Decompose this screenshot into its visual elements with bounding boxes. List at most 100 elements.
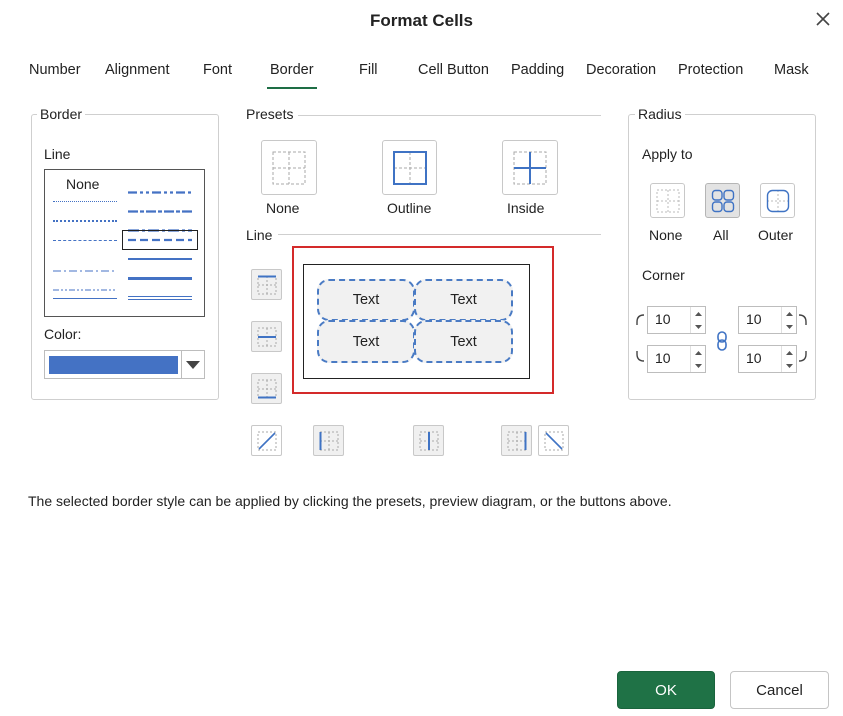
line-style-slanted-dash-dot[interactable]: [128, 200, 192, 213]
border-left-button[interactable]: [313, 425, 344, 456]
preview-cell[interactable]: Text: [317, 279, 415, 321]
line-style-medium-dash-dot[interactable]: [128, 219, 192, 232]
border-top-icon: [257, 275, 276, 294]
line-style-medium-dash[interactable]: [122, 230, 198, 250]
hint-text: The selected border style can be applied…: [28, 493, 672, 509]
up-arrow-icon: [695, 350, 702, 355]
radius-all-icon: [711, 189, 734, 212]
close-button[interactable]: [812, 8, 834, 30]
dialog-title: Format Cells: [370, 11, 473, 30]
border-right-button[interactable]: [501, 425, 532, 456]
radius-outer-icon: [766, 189, 789, 212]
border-left-icon: [319, 431, 338, 450]
corner-top-right-icon: [798, 314, 807, 325]
border-diagonal-up-button[interactable]: [251, 425, 282, 456]
border-inside-vertical-button[interactable]: [413, 425, 444, 456]
up-arrow-icon: [695, 311, 702, 316]
line-style-medium[interactable]: [128, 258, 192, 260]
corner-bottom-left-icon: [636, 351, 645, 362]
preview-cell[interactable]: Text: [414, 279, 513, 321]
apply-all-label: All: [713, 227, 729, 243]
apply-outer-button[interactable]: [760, 183, 795, 218]
line-style-label: Line: [44, 146, 71, 162]
line-style-dash-dot-dot[interactable]: [53, 278, 117, 291]
border-outline-icon: [392, 150, 427, 185]
tab-border[interactable]: Border: [267, 62, 317, 89]
ok-button[interactable]: OK: [617, 671, 715, 709]
line-style-hair[interactable]: [53, 201, 117, 202]
preset-inside-button[interactable]: [502, 140, 558, 195]
corner-bottom-left-value[interactable]: 10: [655, 350, 671, 366]
color-picker[interactable]: [44, 350, 205, 379]
line-style-thin[interactable]: [53, 298, 117, 299]
line-style-list[interactable]: None: [44, 169, 205, 317]
tab-padding[interactable]: Padding: [511, 62, 564, 78]
border-right-icon: [507, 431, 526, 450]
border-inside-horizontal-button[interactable]: [251, 321, 282, 352]
spin-up-button[interactable]: [691, 346, 706, 359]
cancel-button[interactable]: Cancel: [730, 671, 829, 709]
corner-top-right-spinner[interactable]: 10: [738, 306, 797, 334]
line-style-dotted[interactable]: [53, 220, 117, 222]
apply-none-button[interactable]: [650, 183, 685, 218]
preview-cell[interactable]: Text: [317, 320, 415, 363]
corner-bottom-left-spinner[interactable]: 10: [647, 345, 706, 373]
tab-bar: Number Alignment Font Border Fill Cell B…: [18, 62, 828, 92]
preset-inside-label: Inside: [507, 200, 545, 216]
preview-cell[interactable]: Text: [414, 320, 513, 363]
line-style-thin-dash[interactable]: [53, 240, 117, 241]
line-style-thick[interactable]: [128, 277, 192, 280]
corner-bottom-right-spinner[interactable]: 10: [738, 345, 797, 373]
corner-label: Corner: [642, 267, 685, 283]
down-arrow-icon: [695, 324, 702, 329]
corner-bottom-right-icon: [798, 351, 807, 362]
down-arrow-icon: [786, 363, 793, 368]
spin-down-button[interactable]: [691, 359, 706, 372]
corner-top-left-spinner[interactable]: 10: [647, 306, 706, 334]
corner-bottom-right-value[interactable]: 10: [746, 350, 762, 366]
border-bottom-icon: [257, 379, 276, 398]
tab-font[interactable]: Font: [203, 62, 232, 78]
preset-none-button[interactable]: [261, 140, 317, 195]
border-diagonal-down-button[interactable]: [538, 425, 569, 456]
tab-number[interactable]: Number: [29, 62, 81, 78]
preview-diagram[interactable]: Text Text Text Text: [303, 264, 530, 379]
preset-outline-label: Outline: [387, 200, 432, 216]
presets-legend: Presets: [246, 106, 294, 122]
line-style-none[interactable]: None: [66, 176, 99, 192]
spin-down-button[interactable]: [691, 320, 706, 333]
spin-down-button[interactable]: [782, 320, 797, 333]
color-label: Color:: [44, 326, 82, 342]
tab-mask[interactable]: Mask: [774, 62, 809, 78]
spin-up-button[interactable]: [782, 307, 797, 320]
up-arrow-icon: [786, 350, 793, 355]
radius-legend: Radius: [635, 106, 685, 122]
tab-protection[interactable]: Protection: [678, 62, 743, 78]
corner-top-right-value[interactable]: 10: [746, 311, 762, 327]
corner-top-left-value[interactable]: 10: [655, 311, 671, 327]
down-arrow-icon: [786, 324, 793, 329]
chevron-down-icon: [186, 361, 200, 369]
border-legend: Border: [37, 106, 86, 122]
tab-cell-button[interactable]: Cell Button: [418, 62, 489, 78]
apply-all-button[interactable]: [705, 183, 740, 218]
border-inside-vertical-icon: [419, 431, 438, 450]
link-corners-button[interactable]: [711, 330, 733, 352]
diagonal-down-icon: [544, 431, 563, 450]
border-bottom-button[interactable]: [251, 373, 282, 404]
spin-up-button[interactable]: [691, 307, 706, 320]
line-style-double[interactable]: [128, 296, 192, 300]
spin-up-button[interactable]: [782, 346, 797, 359]
border-none-icon: [272, 151, 306, 184]
close-icon: [816, 12, 830, 26]
tab-alignment[interactable]: Alignment: [105, 62, 169, 78]
tab-decoration[interactable]: Decoration: [586, 62, 656, 78]
diagonal-up-icon: [257, 431, 276, 450]
line-style-medium-dash-dot-dot[interactable]: [128, 181, 192, 194]
preset-outline-button[interactable]: [382, 140, 437, 195]
spin-down-button[interactable]: [782, 359, 797, 372]
line-style-dash-dot[interactable]: [53, 259, 117, 272]
border-top-button[interactable]: [251, 269, 282, 300]
tab-fill[interactable]: Fill: [359, 62, 378, 78]
link-icon: [717, 331, 727, 351]
